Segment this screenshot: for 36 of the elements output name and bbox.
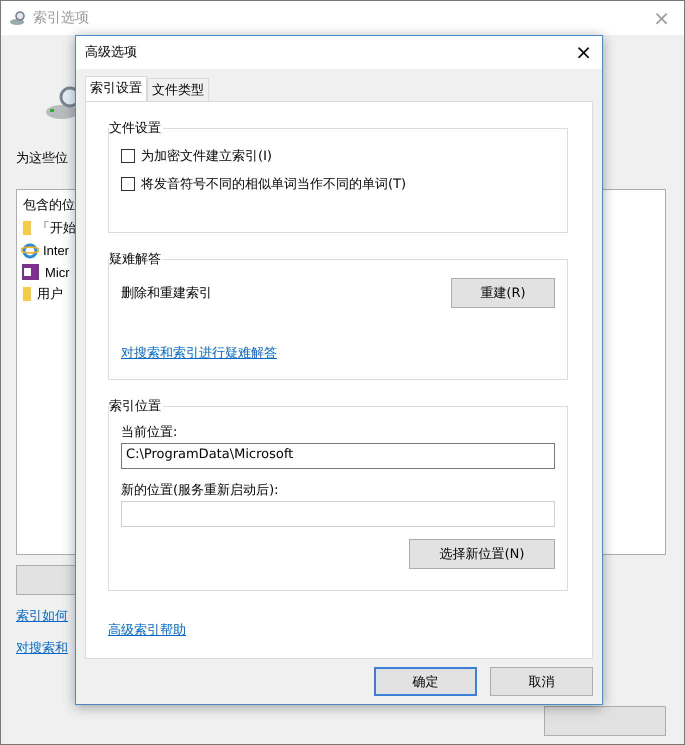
checkbox-label: 将发音符号不同的相似单词当作不同的单词(T) [141,176,406,193]
location-item[interactable]: 用户 [37,285,63,303]
close-button[interactable]: × [575,40,592,64]
notebook-icon [21,263,41,281]
field-label: 当前位置: [121,424,178,441]
prompt-text: 为这些位 [16,150,68,167]
field-label: 新的位置(服务重新启动后): [121,482,280,499]
link[interactable]: 对搜索和 [16,641,68,656]
group-title: 文件设置 [109,118,163,137]
tab[interactable]: 文件类型 [147,78,209,101]
location-item[interactable]: Micr [45,264,70,280]
search-drive-icon [9,10,27,26]
input-field[interactable]: C:\ProgramData\Microsoft [121,442,555,469]
checkbox-label: 为加密文件建立索引(I) [141,148,272,165]
location-item[interactable]: Inter [43,242,70,258]
folder-icon [21,220,33,236]
input-field[interactable] [121,500,555,527]
link[interactable]: 索引如何 [16,609,68,624]
dialog-title: 高级选项 [85,44,137,62]
rebuild-button[interactable]: 重建(R) [451,278,555,308]
rebuild-label: 删除和重建索引 [121,284,212,302]
window-title: 索引选项 [33,9,89,27]
cancel-button[interactable]: 取消 [490,667,593,696]
checkbox[interactable] [121,148,135,163]
group-title: 疑难解答 [109,250,163,268]
troubleshoot-link[interactable]: 对搜索和索引进行疑难解答 [121,346,277,361]
folder-icon [21,286,33,302]
help-link[interactable]: 高级索引帮助 [108,622,186,638]
select-location-button[interactable]: 选择新位置(N) [409,538,555,569]
column-header: 包含的位 [22,197,76,215]
globe-icon [21,241,39,259]
tab[interactable]: 索引设置 [85,76,147,101]
group-title: 索引位置 [109,396,163,415]
checkbox[interactable] [121,176,135,191]
location-item[interactable]: 「开始 [37,219,76,237]
ok-button[interactable]: 确定 [374,667,477,696]
